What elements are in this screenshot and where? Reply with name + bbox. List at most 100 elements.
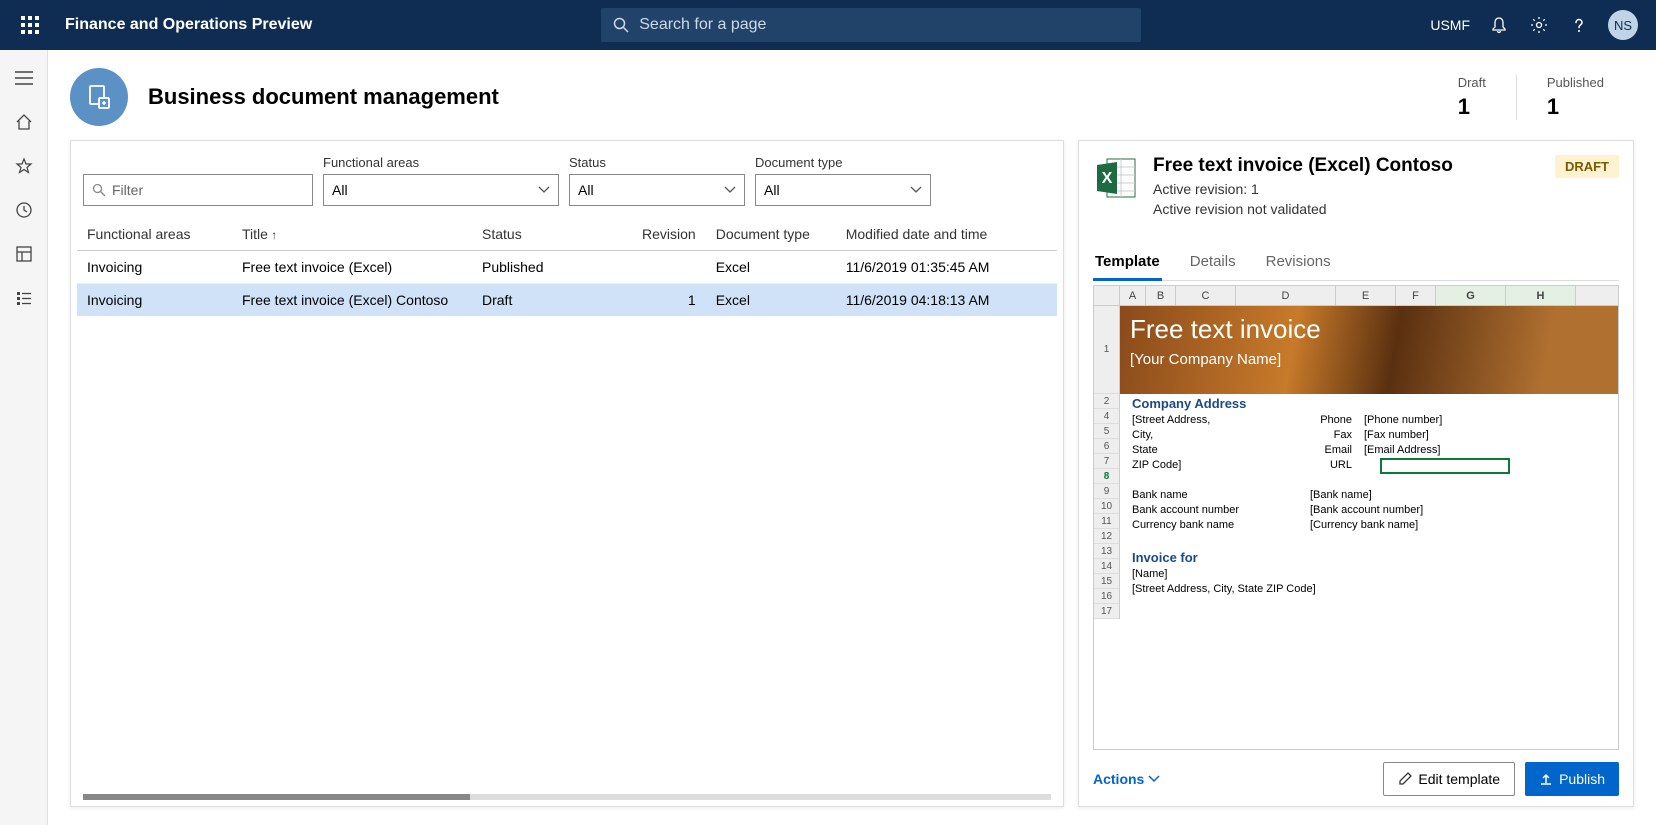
search-icon [613,17,629,33]
workspaces-icon[interactable] [0,232,48,276]
tab-revisions[interactable]: Revisions [1264,245,1333,280]
selected-cell [1380,458,1510,474]
column-header: A [1120,286,1146,305]
user-avatar[interactable]: NS [1608,10,1638,40]
horizontal-scrollbar[interactable] [83,794,1051,800]
page-title: Business document management [148,84,1408,110]
filter-input[interactable]: Filter [83,174,313,206]
detail-header: X Free text invoice (Excel) Contoso Acti… [1093,155,1619,217]
sheet-row: City,Fax[Fax number] [1120,428,1618,443]
row-number: 2 [1094,394,1119,409]
row-number: 7 [1094,454,1119,469]
detail-tabs: Template Details Revisions [1093,245,1619,281]
detail-footer: Actions Edit template Publish [1093,750,1619,796]
favorites-icon[interactable] [0,144,48,188]
stat-published: Published 1 [1516,75,1634,120]
chevron-down-icon [910,186,922,194]
detail-revision: Active revision: 1 [1153,181,1541,197]
actions-menu[interactable]: Actions [1093,771,1373,787]
preview-banner: Free text invoice [Your Company Name] [1120,306,1618,394]
row-number: 16 [1094,589,1119,604]
doctype-label: Document type [755,155,931,170]
modules-icon[interactable] [0,276,48,320]
help-icon[interactable] [1568,14,1590,36]
edit-template-button[interactable]: Edit template [1383,762,1515,796]
document-grid: Functional areas Title Status Revision D… [77,218,1057,794]
sheet-row: Bank account number[Bank account number] [1120,503,1618,518]
sheet-row: Bank name[Bank name] [1120,488,1618,503]
publish-button[interactable]: Publish [1525,762,1619,796]
tab-details[interactable]: Details [1188,245,1238,280]
col-title[interactable]: Title [232,218,472,251]
sheet-row: ZIP Code]URL [1120,458,1618,473]
tab-template[interactable]: Template [1093,245,1162,281]
column-header: C [1176,286,1236,305]
row-number: 17 [1094,604,1119,619]
detail-title: Free text invoice (Excel) Contoso [1153,155,1541,177]
svg-text:X: X [1102,170,1113,187]
row-number: 1 [1094,306,1119,394]
chevron-down-icon [1148,775,1160,783]
functional-areas-select[interactable]: All [323,174,559,206]
sheet-row: [Name] [1120,567,1618,582]
invoice-for-head: Invoice for [1120,548,1618,567]
column-header: E [1336,286,1396,305]
app-launcher-icon[interactable] [10,16,50,34]
col-doctype[interactable]: Document type [706,218,836,251]
chevron-down-icon [538,186,550,194]
row-number: 15 [1094,574,1119,589]
row-number: 9 [1094,484,1119,499]
excel-icon: X [1093,155,1139,201]
row-number: 12 [1094,529,1119,544]
detail-validation: Active revision not validated [1153,201,1541,217]
template-preview: ABCDEFGH 124567891011121314151617 Free t… [1093,285,1619,750]
row-number: 6 [1094,439,1119,454]
filter-row: Filter Functional areas All Status All [77,155,1057,214]
filter-placeholder: Filter [112,182,143,198]
main-content: Business document management Draft 1 Pub… [48,50,1656,825]
status-label: Status [569,155,745,170]
publish-icon [1539,772,1553,786]
search-placeholder: Search for a page [639,16,766,34]
row-number: 5 [1094,424,1119,439]
table-row[interactable]: InvoicingFree text invoice (Excel) Conto… [77,284,1057,317]
sheet-row: [Street Address,Phone[Phone number] [1120,413,1618,428]
col-status[interactable]: Status [472,218,632,251]
stat-label: Published [1547,75,1604,90]
stat-label: Draft [1458,75,1486,90]
sheet-row: StateEmail[Email Address] [1120,443,1618,458]
stat-value: 1 [1547,94,1604,120]
table-row[interactable]: InvoicingFree text invoice (Excel)Publis… [77,251,1057,284]
status-select[interactable]: All [569,174,745,206]
grid-header-row: Functional areas Title Status Revision D… [77,218,1057,251]
col-functional[interactable]: Functional areas [77,218,232,251]
row-number: 14 [1094,559,1119,574]
home-icon[interactable] [0,100,48,144]
top-navbar: Finance and Operations Preview Search fo… [0,0,1656,50]
banner-title: Free text invoice [1130,314,1608,345]
page-icon [70,68,128,126]
filter-icon [92,183,106,197]
settings-icon[interactable] [1528,14,1550,36]
edit-icon [1398,772,1412,786]
recent-icon[interactable] [0,188,48,232]
col-revision[interactable]: Revision [632,218,706,251]
status-badge: DRAFT [1555,155,1619,178]
column-header: G [1436,286,1506,305]
notifications-icon[interactable] [1488,14,1510,36]
left-nav-rail [0,50,48,825]
doctype-select[interactable]: All [755,174,931,206]
hamburger-icon[interactable] [0,56,48,100]
stat-value: 1 [1458,94,1486,120]
row-number: 4 [1094,409,1119,424]
row-number: 8 [1094,469,1119,484]
document-detail-panel: X Free text invoice (Excel) Contoso Acti… [1078,140,1634,807]
col-modified[interactable]: Modified date and time [836,218,1057,251]
column-header: D [1236,286,1336,305]
company-code[interactable]: USMF [1430,17,1470,33]
row-number: 10 [1094,499,1119,514]
search-input[interactable]: Search for a page [601,8,1141,42]
row-number: 13 [1094,544,1119,559]
functional-areas-label: Functional areas [323,155,559,170]
company-address-head: Company Address [1120,394,1618,413]
